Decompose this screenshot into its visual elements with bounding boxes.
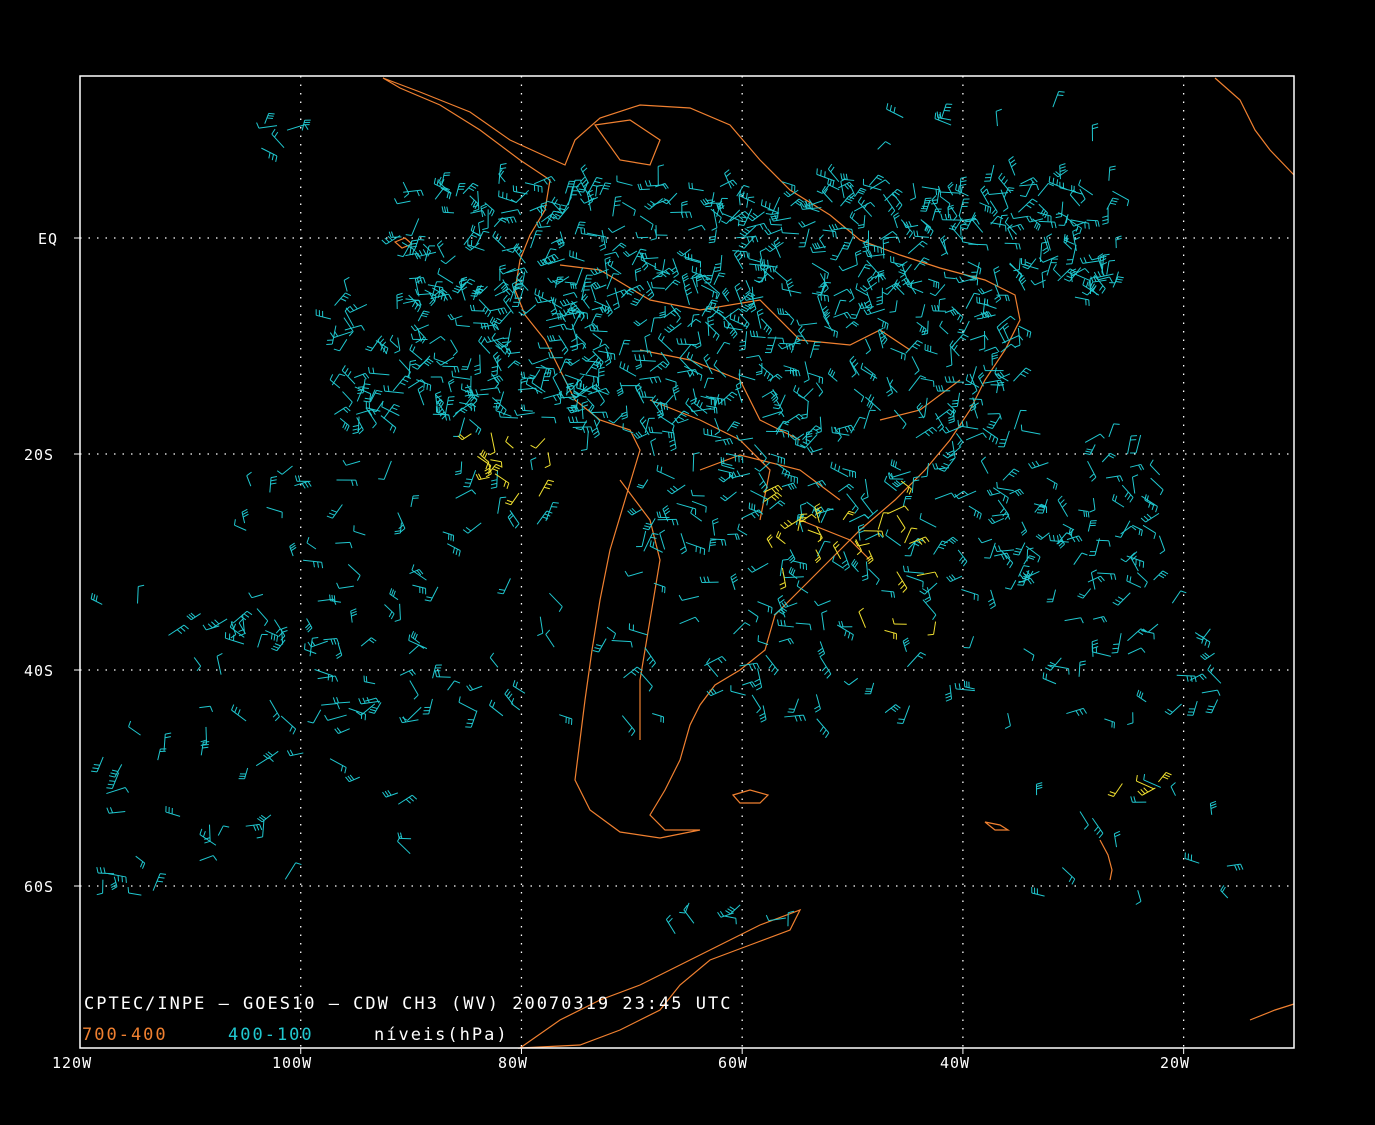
lon-label-40w: 40W xyxy=(940,1054,970,1072)
lat-label-40s: 40S xyxy=(24,662,54,680)
lon-label-20w: 20W xyxy=(1160,1054,1190,1072)
lat-label-20s: 20S xyxy=(24,446,54,464)
product-caption: CPTEC/INPE — GOES10 — CDW CH3 (WV) 20070… xyxy=(84,994,732,1014)
lon-label-100w: 100W xyxy=(272,1054,312,1072)
map-background xyxy=(0,0,1375,1125)
legend-high-levels: 400-100 xyxy=(228,1025,314,1045)
level-legend: 700-400 400-100 níveis(hPa) xyxy=(82,1025,509,1045)
lon-label-60w: 60W xyxy=(718,1054,748,1072)
lat-label-60s: 60S xyxy=(24,878,54,896)
legend-units: níveis(hPa) xyxy=(374,1025,509,1045)
legend-low-levels: 700-400 xyxy=(82,1025,168,1045)
lat-label-eq: EQ xyxy=(38,230,58,248)
lon-label-120w: 120W xyxy=(52,1054,92,1072)
lon-label-80w: 80W xyxy=(498,1054,528,1072)
wind-vector-map: EQ 20S 40S 60S 120W 100W 80W 60W 40W 20W… xyxy=(0,0,1375,1125)
